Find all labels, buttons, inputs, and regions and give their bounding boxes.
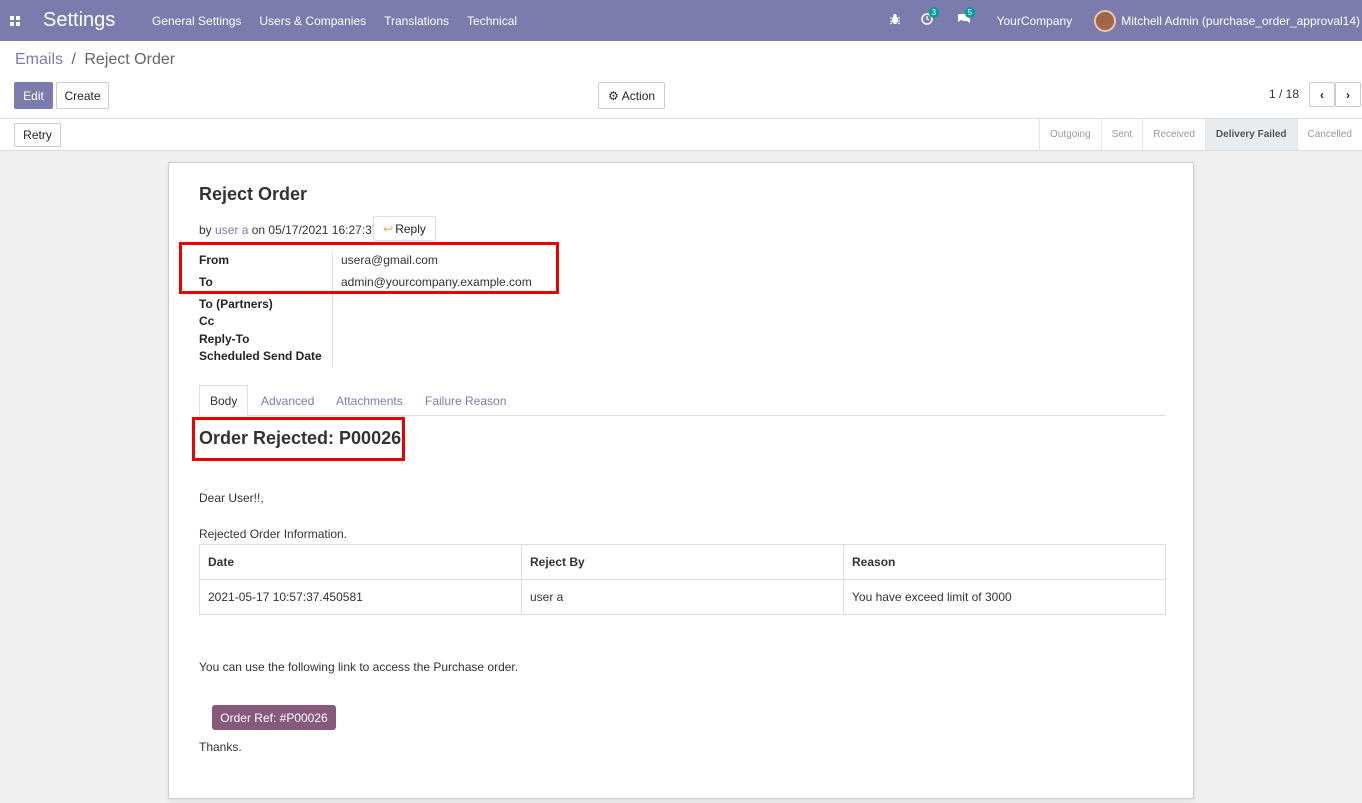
- tab-advanced[interactable]: Advanced: [261, 385, 314, 416]
- main-menu: General Settings Users & Companies Trans…: [152, 14, 535, 28]
- user-menu[interactable]: Mitchell Admin (purchase_order_approval1…: [1121, 14, 1360, 28]
- to-partners-label: To (Partners): [199, 297, 273, 311]
- table-header-row: Date Reject By Reason: [199, 544, 1166, 580]
- user-avatar[interactable]: [1094, 9, 1117, 32]
- notebook-tabs: Body Advanced Attachments Failure Reason: [199, 385, 1166, 416]
- cell-date: 2021-05-17 10:57:37.450581: [199, 579, 522, 615]
- table-header-reject-by: Reject By: [521, 544, 844, 580]
- email-subject: Reject Order: [199, 184, 308, 204]
- stage-sent[interactable]: Sent: [1100, 119, 1143, 150]
- pager-value[interactable]: 1 / 18: [1269, 87, 1299, 101]
- retry-button[interactable]: Retry: [14, 123, 61, 147]
- messages-chat-icon[interactable]: 5: [957, 7, 976, 28]
- breadcrumb-current: Reject Order: [84, 51, 176, 68]
- stage-outgoing[interactable]: Outgoing: [1039, 119, 1101, 150]
- chevron-right-icon: ›: [1346, 87, 1350, 102]
- create-button[interactable]: Create: [56, 82, 109, 109]
- table-header-reason: Reason: [843, 544, 1166, 580]
- scheduled-send-date-label: Scheduled Send Date: [199, 349, 322, 363]
- chevron-left-icon: ‹: [1320, 87, 1324, 102]
- breadcrumb: Emails / Reject Order: [15, 51, 175, 69]
- pager-previous-button[interactable]: ‹: [1309, 82, 1335, 107]
- activity-clock-icon[interactable]: 3: [920, 7, 940, 28]
- pager-next-button[interactable]: ›: [1335, 82, 1361, 107]
- reply-arrow-icon: ↩: [383, 221, 394, 236]
- breadcrumb-emails-link[interactable]: Emails: [15, 51, 63, 68]
- link-instruction-text: You can use the following link to access…: [199, 660, 519, 674]
- action-button-label: Action: [621, 88, 656, 103]
- edit-button[interactable]: Edit: [14, 82, 53, 109]
- tab-failure-reason[interactable]: Failure Reason: [425, 385, 506, 416]
- tab-body[interactable]: Body: [199, 385, 249, 416]
- order-ref-button[interactable]: Order Ref: #P00026: [212, 705, 336, 730]
- stage-received[interactable]: Received: [1142, 119, 1205, 150]
- author-link[interactable]: user a: [215, 223, 248, 237]
- email-form-sheet: Reject Order by user a on 05/17/2021 16:…: [168, 162, 1194, 799]
- stage-delivery-failed[interactable]: Delivery Failed: [1204, 119, 1297, 150]
- cell-reason: You have exceed limit of 3000: [843, 579, 1166, 615]
- app-title[interactable]: Settings: [43, 9, 151, 32]
- top-navbar: Settings General Settings Users & Compan…: [0, 0, 1362, 41]
- info-intro-text: Rejected Order Information.: [199, 527, 348, 541]
- action-button[interactable]: ⚙ Action: [598, 82, 665, 109]
- company-switcher[interactable]: YourCompany: [997, 14, 1073, 28]
- closing-text: Thanks.: [199, 740, 242, 754]
- reply-button-label: Reply: [395, 221, 426, 236]
- menu-technical[interactable]: Technical: [467, 14, 517, 28]
- debug-bug-icon[interactable]: [889, 13, 901, 28]
- stage-cancelled[interactable]: Cancelled: [1296, 119, 1362, 150]
- systray: 3 5 YourCompany Mitchell Admin (purchase…: [889, 0, 1362, 41]
- byline-prefix: by: [199, 223, 212, 237]
- greeting-text: Dear User!!,: [199, 491, 264, 505]
- reply-button[interactable]: ↩ Reply: [373, 216, 436, 241]
- gear-icon: ⚙: [607, 88, 619, 103]
- heading-highlight-box: [192, 417, 405, 461]
- cell-reject-by: user a: [521, 579, 844, 615]
- from-to-highlight-box: [179, 242, 559, 294]
- rejected-order-table: Date Reject By Reason 2021-05-17 10:57:3…: [199, 544, 1166, 615]
- email-byline: by user a on 05/17/2021 16:27:37: [199, 223, 379, 237]
- menu-translations[interactable]: Translations: [384, 14, 449, 28]
- reply-to-label: Reply-To: [199, 332, 250, 346]
- table-row: 2021-05-17 10:57:37.450581 user a You ha…: [199, 579, 1166, 615]
- tab-attachments[interactable]: Attachments: [336, 385, 403, 416]
- apps-menu-icon[interactable]: [1, 0, 29, 41]
- stage-pipeline: Outgoing Sent Received Delivery Failed C…: [1039, 119, 1362, 150]
- status-bar: Retry Outgoing Sent Received Delivery Fa…: [0, 118, 1362, 151]
- cc-label: Cc: [199, 314, 215, 328]
- menu-general-settings[interactable]: General Settings: [152, 14, 241, 28]
- messages-count-badge: 5: [964, 7, 976, 18]
- breadcrumb-separator: /: [71, 51, 76, 68]
- activity-count-badge: 3: [928, 7, 940, 18]
- table-header-date: Date: [199, 544, 522, 580]
- email-date: on 05/17/2021 16:27:37: [251, 223, 379, 237]
- menu-users-companies[interactable]: Users & Companies: [259, 14, 366, 28]
